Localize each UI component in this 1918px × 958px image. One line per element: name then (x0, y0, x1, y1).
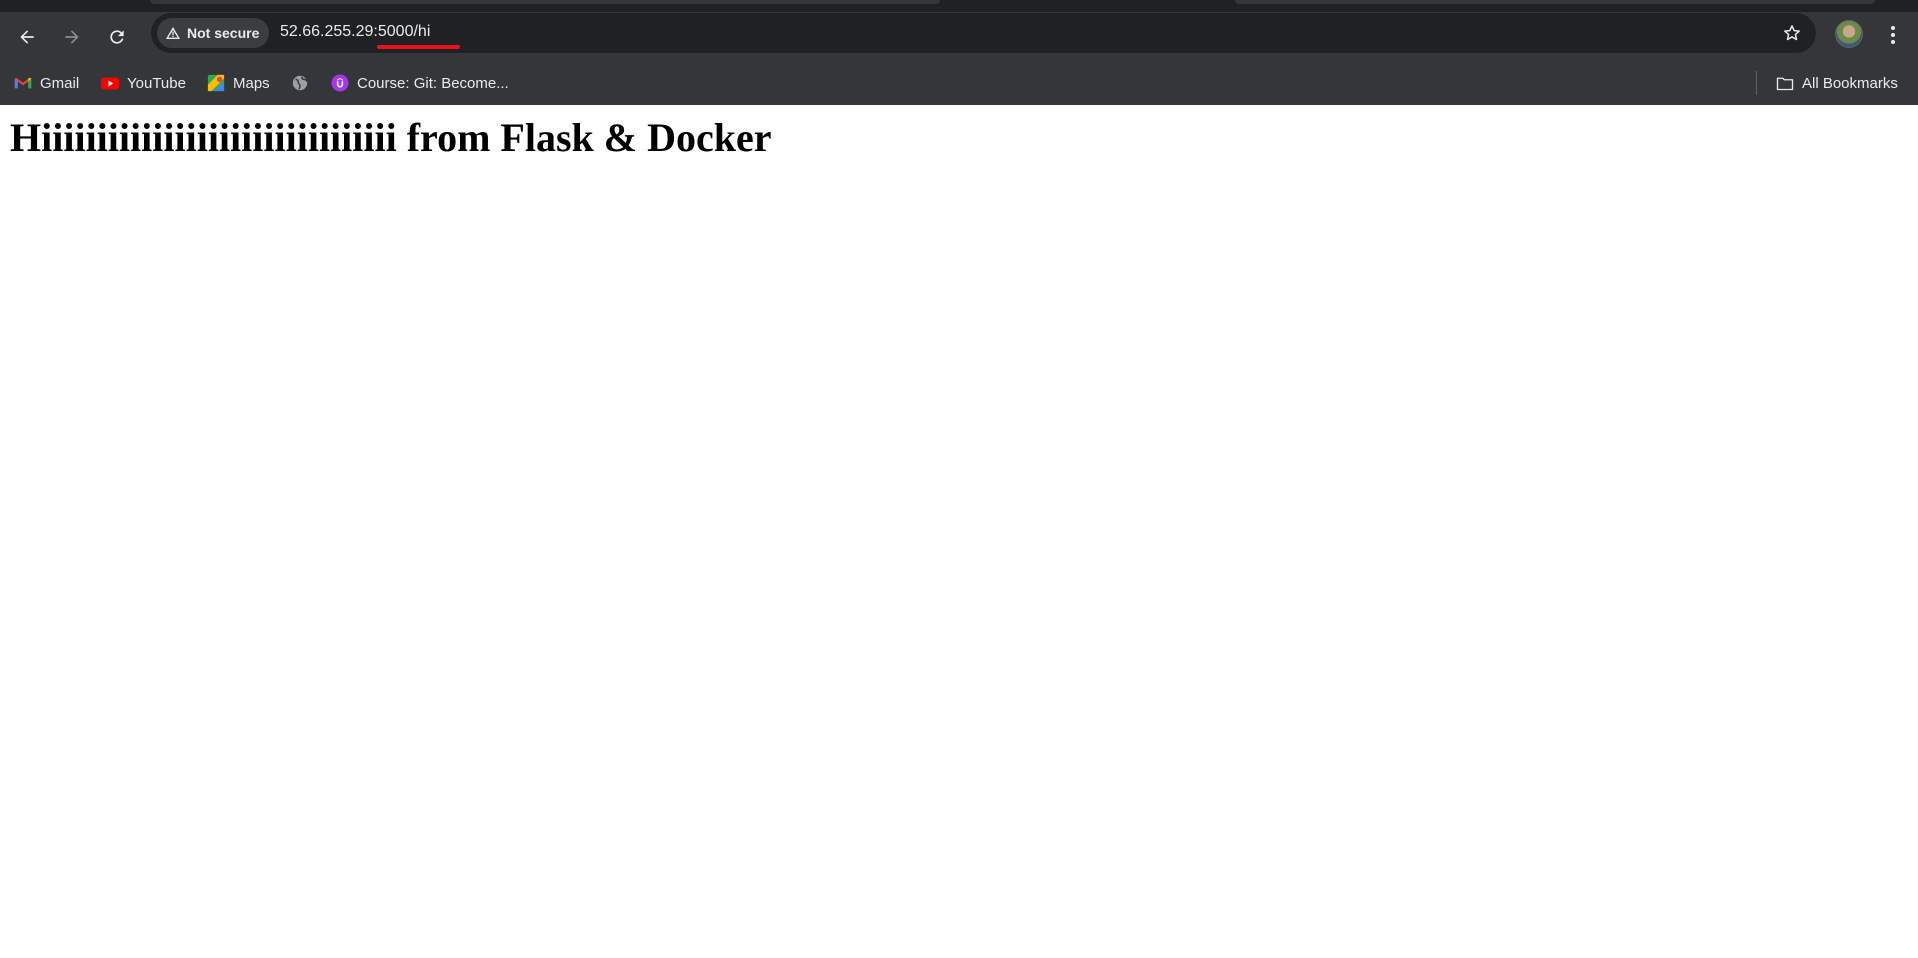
menu-dot-icon (1891, 33, 1895, 37)
browser-menu-button[interactable] (1882, 20, 1904, 50)
profile-avatar[interactable] (1835, 20, 1863, 48)
menu-dot-icon (1891, 26, 1895, 30)
bookmarks-divider (1756, 71, 1757, 95)
url-text[interactable]: 52.66.255.29:5000/hi (280, 23, 430, 41)
back-button[interactable] (10, 20, 44, 54)
youtube-icon (101, 74, 119, 92)
arrow-right-icon (65, 30, 79, 44)
gmail-icon (14, 74, 32, 92)
bookmark-globe[interactable] (291, 70, 309, 96)
annotation-underline (377, 45, 460, 49)
bookmark-star-button[interactable] (1780, 21, 1804, 45)
bookmark-maps[interactable]: Maps (207, 70, 270, 96)
page-content: Hiiiiiiiiiiiiiiiiiiiiiiiiiiiiiiii from F… (0, 105, 1918, 958)
folder-icon (1776, 74, 1794, 92)
url-host: 52.66.255.29: (280, 23, 378, 40)
browser-toolbar: Not secure 52.66.255.29:5000/hi (0, 12, 1918, 62)
bookmark-label: YouTube (127, 74, 186, 92)
reload-icon (110, 30, 124, 44)
menu-dot-icon (1891, 40, 1895, 44)
security-chip-label: Not secure (187, 25, 260, 41)
udemy-icon (331, 74, 349, 92)
reload-button[interactable] (100, 20, 134, 54)
forward-button[interactable] (55, 20, 89, 54)
bookmark-youtube[interactable]: YouTube (101, 70, 186, 96)
bookmark-gmail[interactable]: Gmail (14, 70, 79, 96)
maps-icon (207, 74, 225, 92)
warning-triangle-icon (166, 27, 180, 39)
tab-strip (0, 0, 1918, 12)
address-bar[interactable]: Not secure 52.66.255.29:5000/hi (151, 13, 1816, 53)
bookmarks-bar: Gmail YouTube Maps Course: Git: Become..… (0, 62, 1918, 105)
all-bookmarks-button[interactable]: All Bookmarks (1776, 70, 1898, 96)
page-heading: Hiiiiiiiiiiiiiiiiiiiiiiiiiiiiiiii from F… (10, 115, 772, 160)
globe-icon (291, 74, 309, 92)
url-path: 5000/hi (377, 23, 431, 40)
bookmark-udemy-course[interactable]: Course: Git: Become... (331, 70, 509, 96)
all-bookmarks-label: All Bookmarks (1802, 74, 1898, 92)
bookmark-label: Gmail (40, 74, 80, 92)
arrow-left-icon (20, 30, 34, 44)
security-chip[interactable]: Not secure (157, 18, 270, 48)
tab-inactive-edge[interactable] (1235, 0, 1875, 4)
tab-active-edge[interactable] (150, 0, 940, 4)
bookmark-label: Maps (233, 74, 270, 92)
bookmark-label: Course: Git: Become... (357, 74, 509, 92)
star-icon (1784, 25, 1800, 41)
